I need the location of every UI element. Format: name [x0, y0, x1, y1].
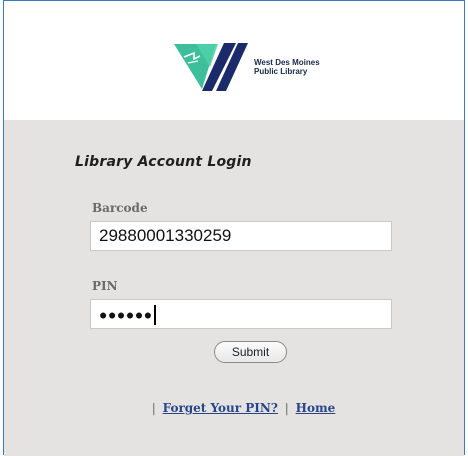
login-panel: Library Account Login Barcode 2988000133… — [4, 120, 464, 456]
footer-links: | Forget Your PIN? | Home — [4, 401, 464, 415]
link-separator: | — [284, 401, 289, 415]
pin-label: PIN — [92, 279, 118, 293]
library-name: West Des Moines Public Library — [254, 58, 320, 76]
library-logo: West Des Moines Public Library — [172, 41, 352, 93]
pin-value: ●●●●●● — [99, 306, 153, 323]
library-name-line2: Public Library — [254, 67, 308, 76]
barcode-input[interactable]: 29880001330259 — [90, 221, 392, 251]
pin-input[interactable]: ●●●●●● — [90, 299, 392, 329]
page-title: Library Account Login — [75, 154, 252, 170]
library-logo-icon — [174, 43, 248, 91]
forgot-pin-link[interactable]: Forget Your PIN? — [163, 401, 278, 415]
barcode-label: Barcode — [92, 201, 148, 215]
barcode-value: 29880001330259 — [99, 226, 232, 245]
submit-button[interactable]: Submit — [214, 341, 287, 363]
link-separator: | — [151, 401, 156, 415]
text-caret — [153, 304, 156, 325]
header: West Des Moines Public Library — [4, 1, 464, 120]
home-link[interactable]: Home — [296, 401, 336, 415]
library-name-line1: West Des Moines — [254, 58, 320, 67]
login-page: West Des Moines Public Library Library A… — [3, 0, 465, 456]
